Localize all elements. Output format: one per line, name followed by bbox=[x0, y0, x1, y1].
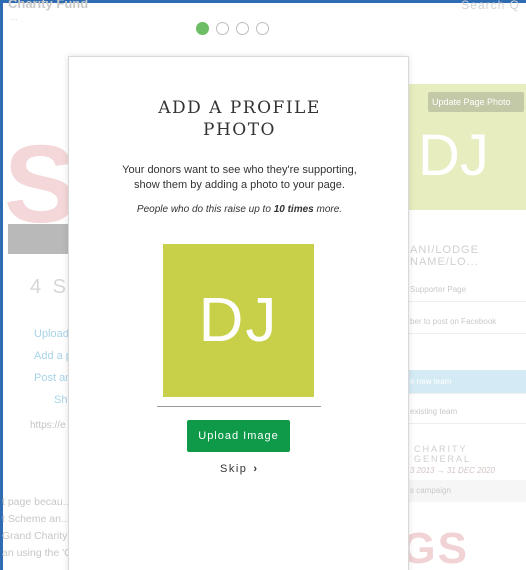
bg-dates: 3 2013 → 31 DEC 2020 bbox=[410, 466, 495, 475]
bg-logo-left: S bbox=[4, 123, 78, 246]
bg-header-title: Charity Fund bbox=[8, 0, 89, 11]
bg-right-row: ber to post on Facebook bbox=[408, 310, 526, 334]
modal-title: ADD A PROFILE PHOTO bbox=[69, 97, 410, 141]
bg-header-subtitle: ... bbox=[10, 12, 18, 22]
modal-title-line-1: ADD A PROFILE bbox=[158, 98, 321, 118]
step-dot-1[interactable] bbox=[196, 22, 209, 35]
note-emphasis: 10 times bbox=[273, 204, 314, 215]
bg-url: https://e bbox=[30, 420, 66, 431]
avatar-initials: DJ bbox=[198, 286, 279, 355]
bg-link-post: Post an bbox=[34, 372, 72, 384]
divider bbox=[157, 406, 321, 407]
add-profile-photo-modal: ADD A PROFILE PHOTO Your donors want to … bbox=[68, 56, 409, 570]
bg-link-upload: Upload bbox=[34, 328, 69, 340]
bg-photo-initials: DJ bbox=[418, 123, 489, 188]
bg-link-share: Sh bbox=[54, 394, 68, 406]
upload-image-button[interactable]: Upload Image bbox=[187, 420, 290, 452]
bg-right-row: e new team bbox=[408, 370, 526, 394]
step-dot-2[interactable] bbox=[216, 22, 229, 35]
bg-campaign-row: s campaign bbox=[408, 480, 526, 502]
skip-label: Skip bbox=[220, 463, 248, 475]
bg-search: Search Q bbox=[461, 0, 520, 12]
bg-right-row: Supporter Page bbox=[408, 278, 526, 302]
step-dot-3[interactable] bbox=[236, 22, 249, 35]
step-dot-4[interactable] bbox=[256, 22, 269, 35]
note-prefix: People who do this raise up to bbox=[136, 204, 274, 215]
chevron-right-icon: › bbox=[253, 463, 259, 475]
bg-right-title: ANI/LODGE NAME/LO... bbox=[410, 244, 479, 268]
bg-grey-bar bbox=[8, 224, 70, 254]
bg-charity-title: CHARITY GENERAL bbox=[414, 444, 472, 464]
avatar-preview: DJ bbox=[163, 244, 314, 397]
bg-update-photo-button: Update Page Photo bbox=[428, 92, 524, 112]
bg-link-add: Add a p bbox=[34, 350, 72, 362]
bg-right-row: existing team bbox=[408, 400, 526, 424]
modal-description: Your donors want to see who they're supp… bbox=[122, 164, 357, 191]
step-indicator bbox=[196, 22, 269, 35]
skip-button[interactable]: Skip › bbox=[220, 463, 259, 475]
modal-title-line-2: PHOTO bbox=[203, 120, 276, 140]
window-frame-left bbox=[0, 0, 3, 570]
note-suffix: more. bbox=[313, 204, 343, 215]
modal-note: People who do this raise up to 10 times … bbox=[99, 204, 380, 215]
